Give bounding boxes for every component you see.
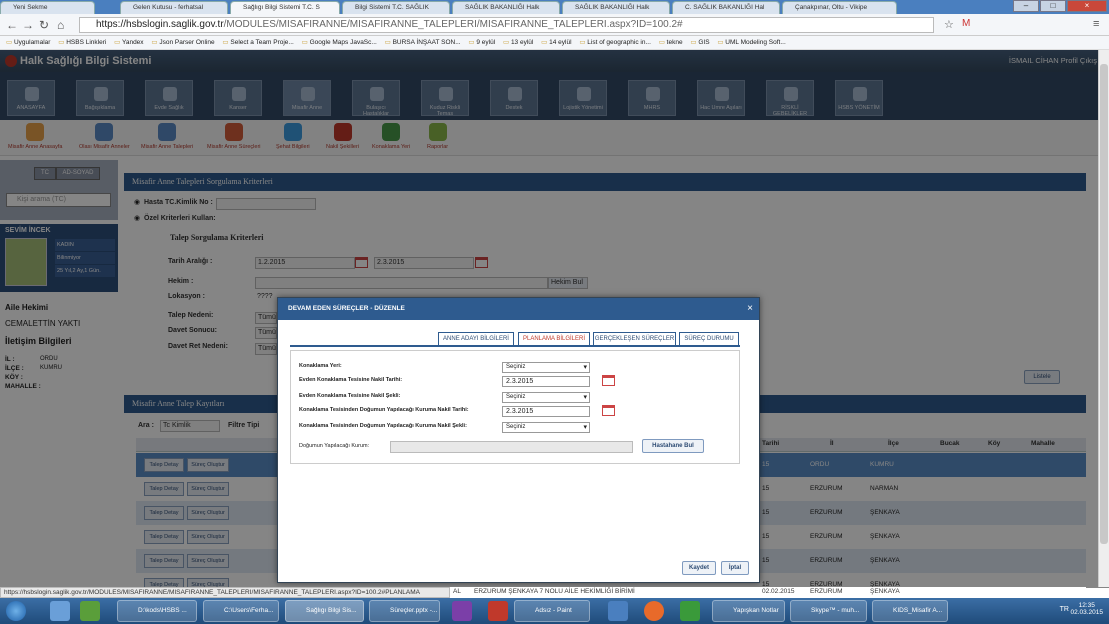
dogum-kurum-label: Doğumun Yapılacağı Kurum: <box>299 443 370 449</box>
tab-gerceklesen[interactable]: GERÇEKLEŞEN SÜREÇLER <box>593 332 676 346</box>
close-icon[interactable]: × <box>1067 0 1107 12</box>
calendar-icon[interactable] <box>602 405 615 416</box>
browser-tab-bar: Yeni Sekme Gelen Kutusu - ferhatsal Sağl… <box>0 0 1109 14</box>
bookmark[interactable]: 13 eylül <box>503 36 533 49</box>
kurum-nakil-tarihi-input[interactable]: 2.3.2015 <box>502 406 590 417</box>
bookmark[interactable]: Json Parser Online <box>151 36 214 49</box>
home-icon[interactable]: ⌂ <box>57 18 64 32</box>
browser-tab[interactable]: SAĞLIK BAKANLIĞI Halk <box>452 1 560 14</box>
browser-tab[interactable]: C. SAĞLIK BAKANLIĞI Hal <box>672 1 780 14</box>
bookmark[interactable]: Yandex <box>114 36 144 49</box>
scrollbar-thumb[interactable] <box>1100 64 1108 544</box>
taskbar-item[interactable]: D:\kods\HSBS ... <box>117 600 197 622</box>
dialog-title: DEVAM EDEN SÜREÇLER - DÜZENLE <box>278 298 759 320</box>
table-row[interactable]: AL ERZURUM ŞENKAYA 7 NOLU AİLE HEKİMLİĞİ… <box>450 587 1086 598</box>
clock[interactable]: 12:35 02.03.2015 <box>1070 602 1103 616</box>
url-input[interactable]: https://hsbslogin.saglik.gov.tr/MODULES/… <box>79 17 934 33</box>
row-date: 02.02.2015 <box>762 588 795 595</box>
bookmark[interactable]: UML Modeling Soft... <box>717 36 785 49</box>
konaklama-yeri-select[interactable]: Seçiniz <box>502 362 590 373</box>
bookmark[interactable]: 9 eylül <box>468 36 495 49</box>
bookmark[interactable]: 14 eylül <box>541 36 571 49</box>
browser-tab-active[interactable]: Sağlıgı Bilgi Sistemi T.C. S <box>230 1 340 14</box>
explorer-pin-icon[interactable] <box>50 601 70 621</box>
bookmark[interactable]: List of geographic in... <box>579 36 651 49</box>
taskbar-item[interactable]: Yapışkan Notlar <box>712 600 785 622</box>
close-icon[interactable]: × <box>747 303 753 314</box>
row-ilce: ŞENKAYA <box>870 588 900 595</box>
bookmark[interactable]: BURSA İNŞAAT SON... <box>385 36 461 49</box>
taskbar-item[interactable]: Süreçler.pptx -... <box>369 600 440 622</box>
nakil-sekli-label: Evden Konaklama Tesisine Nakil Şekli: <box>299 393 401 399</box>
taskbar-item[interactable]: Adsız - Paint <box>514 600 590 622</box>
kurum-nakil-sekli-select[interactable]: Seçiniz <box>502 422 590 433</box>
browser-tab[interactable]: SAĞLIK BAKANLIĞI Halk <box>562 1 670 14</box>
back-icon[interactable]: ← <box>6 18 18 32</box>
bookmarks-bar: Uygulamalar HSBS Linkleri Yandex Json Pa… <box>0 36 1109 50</box>
window-controls: – □ × <box>1013 0 1107 13</box>
browser-tab[interactable]: Çanakpınar, Oltu - Vikipe <box>782 1 897 14</box>
browser-tab[interactable]: Gelen Kutusu - ferhatsal <box>120 1 228 14</box>
tab-anne-adayi[interactable]: ANNE ADAYI BİLGİLERİ <box>438 332 514 346</box>
clock-time: 12:35 <box>1078 602 1095 609</box>
firefox-icon[interactable] <box>644 601 664 621</box>
menu-icon[interactable]: ≡ <box>1093 18 1099 30</box>
app-icon[interactable] <box>608 601 628 621</box>
star-icon[interactable]: ☆ <box>944 18 954 31</box>
kurum-nakil-sekli-label: Konaklama Tesisinden Doğumun Yapılacağı … <box>299 423 467 429</box>
bookmark[interactable]: tekne <box>659 36 683 49</box>
bookmark[interactable]: HSBS Linkleri <box>58 36 106 49</box>
nakil-tarihi-label: Evden Konaklama Tesisine Nakil Tarihi: <box>299 377 403 383</box>
gmail-icon[interactable]: M <box>962 18 970 29</box>
edit-process-dialog: DEVAM EDEN SÜREÇLER - DÜZENLE × ANNE ADA… <box>277 297 760 583</box>
nakil-tarihi-input[interactable]: 2.3.2015 <box>502 376 590 387</box>
visual-studio-icon[interactable] <box>452 601 472 621</box>
app-icon[interactable] <box>680 601 700 621</box>
nakil-sekli-select[interactable]: Seçiniz <box>502 392 590 403</box>
bookmark[interactable]: Google Maps JavaSc... <box>302 36 377 49</box>
status-url: https://hsbslogin.saglik.gov.tr/MODULES/… <box>0 587 450 598</box>
language-indicator[interactable]: TR <box>1060 606 1069 613</box>
url-host: https://hsbslogin.saglik.gov.tr <box>96 19 224 30</box>
taskbar-item[interactable]: Skype™ - muh... <box>790 600 867 622</box>
pdf-icon[interactable] <box>488 601 508 621</box>
bookmark[interactable]: GIS <box>690 36 709 49</box>
url-path: /MODULES/MISAFIRANNE/MISAFIRANNE_TALEPLE… <box>223 19 683 30</box>
save-button[interactable]: Kaydet <box>682 561 716 575</box>
tab-surec-durumu[interactable]: SÜREÇ DURUMU <box>679 332 739 346</box>
taskbar: D:\kods\HSBS ... C:\Users\Ferha... Sağlı… <box>0 598 1109 624</box>
row-prefix: AL <box>453 588 461 595</box>
minimize-icon[interactable]: – <box>1013 0 1039 12</box>
scrollbar[interactable] <box>1098 50 1109 587</box>
calendar-icon[interactable] <box>602 375 615 386</box>
start-icon[interactable] <box>6 601 26 621</box>
forward-icon[interactable]: → <box>22 18 34 32</box>
taskbar-item-active[interactable]: Sağlıgı Bilgi Sis... <box>285 600 364 622</box>
maximize-icon[interactable]: □ <box>1040 0 1066 12</box>
dogum-kurum-input[interactable] <box>390 441 633 453</box>
browser-tab[interactable]: Yeni Sekme <box>0 1 95 14</box>
dialog-tabs: ANNE ADAYI BİLGİLERİ PLANLAMA BİLGİLERİ … <box>290 331 740 347</box>
row-birim: ERZURUM ŞENKAYA 7 NOLU AİLE HEKİMLİĞİ Bİ… <box>474 588 635 595</box>
cancel-button[interactable]: İptal <box>721 561 749 575</box>
address-bar-row: ← → ↻ ⌂ https://hsbslogin.saglik.gov.tr/… <box>0 14 1109 36</box>
taskbar-item[interactable]: C:\Users\Ferha... <box>203 600 279 622</box>
taskbar-item[interactable]: KIDS_Misafir A... <box>872 600 948 622</box>
reload-icon[interactable]: ↻ <box>39 18 49 32</box>
row-il: ERZURUM <box>810 588 843 595</box>
bookmark[interactable]: Uygulamalar <box>6 36 51 49</box>
kurum-nakil-tarihi-label: Konaklama Tesisinden Doğumun Yapılacağı … <box>299 407 469 413</box>
bookmark[interactable]: Select a Team Proje... <box>222 36 293 49</box>
clock-date: 02.03.2015 <box>1070 609 1103 616</box>
hastahane-bul-button[interactable]: Hastahane Bul <box>642 439 704 453</box>
app-pin-icon[interactable] <box>80 601 100 621</box>
konaklama-yeri-label: Konaklama Yeri: <box>299 363 342 369</box>
tab-planlama[interactable]: PLANLAMA BİLGİLERİ <box>518 332 590 346</box>
browser-tab[interactable]: Bilgi Sistemi T.C. SAĞLIK <box>342 1 450 14</box>
planlama-form: Konaklama Yeri: Seçiniz Evden Konaklama … <box>290 350 740 464</box>
